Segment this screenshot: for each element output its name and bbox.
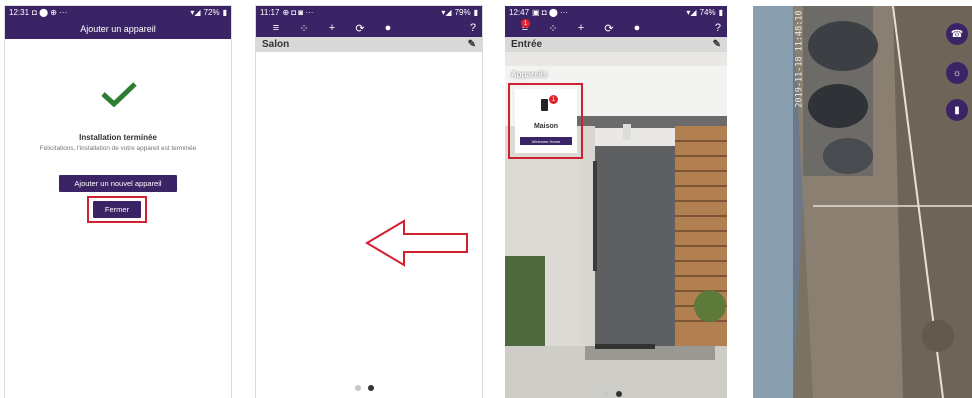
- signal-icon: ▾◢: [190, 8, 201, 17]
- room-name: Salon: [262, 39, 290, 50]
- page-title-bar: Ajouter un appareil: [5, 19, 231, 39]
- add-icon[interactable]: +: [567, 22, 595, 34]
- success-subtitle: Félicitations, l'installation de votre a…: [39, 145, 197, 152]
- section-label: Appareils: [511, 70, 548, 79]
- phone-screen-entree: 12:47 ▣ ◘ ⬤ ··· ▾◢ 74% ▮ ≡ 1 ⁘ + ⟳ ● ? Entré…: [505, 6, 727, 398]
- checkmark-icon: [101, 82, 137, 107]
- battery-icon: ▮: [473, 8, 478, 17]
- room-header: Salon ✎: [256, 37, 482, 52]
- menu-icon[interactable]: ≡: [262, 22, 290, 34]
- device-name: Maison: [533, 123, 559, 130]
- light-icon[interactable]: ☼: [946, 62, 968, 84]
- phone-screen-install-complete: 12:31 ◘ ⬤ ⊕ ··· ▾◢ 72% ▮ Ajouter un apparei…: [5, 6, 231, 398]
- camera-timestamp: 2019-11-18 11:48:10: [794, 10, 805, 108]
- help-icon[interactable]: ?: [470, 22, 476, 34]
- status-bar: 12:31 ◘ ⬤ ⊕ ··· ▾◢ 72% ▮: [5, 6, 231, 19]
- refresh-icon[interactable]: ⟳: [346, 22, 374, 35]
- page-dot-active[interactable]: [368, 385, 374, 391]
- notification-badge: 1: [521, 19, 530, 28]
- page-dot[interactable]: [603, 391, 609, 397]
- brand-label: Welcome Home: [520, 137, 572, 145]
- device-alert-badge: 1: [549, 95, 558, 104]
- grid-icon[interactable]: ⁘: [290, 22, 318, 35]
- edit-pencil-icon[interactable]: ✎: [468, 39, 476, 50]
- status-bar: 11:17 ⊕ ◘ ◙ ··· ▾◢ 79% ▮: [256, 6, 482, 19]
- page-indicator: [603, 391, 622, 397]
- battery-icon: ▮: [718, 8, 723, 17]
- phone-screen-salon: 11:17 ⊕ ◘ ◙ ··· ▾◢ 79% ▮ ≡ ⁘ + ⟳ ● ? Salon …: [256, 6, 482, 398]
- status-time: 12:31: [9, 8, 30, 17]
- device-card[interactable]: 1 Maison Welcome Home: [515, 89, 577, 153]
- success-title: Installation terminée: [79, 133, 157, 142]
- status-time: 12:47: [509, 8, 530, 17]
- grid-icon[interactable]: ⁘: [539, 22, 567, 35]
- phone-screen-camera-view: 2019-11-18 11:48:10 ☎ ☼ ▮: [753, 6, 972, 398]
- status-icons: ⊕ ◘ ◙ ···: [282, 8, 314, 17]
- close-button[interactable]: Fermer: [93, 201, 141, 218]
- camera-feed-image: [753, 6, 972, 398]
- microphone-icon[interactable]: ●: [623, 22, 651, 34]
- add-icon[interactable]: +: [318, 22, 346, 34]
- edit-pencil-icon[interactable]: ✎: [713, 39, 721, 50]
- page-title: Ajouter un appareil: [80, 24, 156, 34]
- status-time: 11:17: [260, 8, 280, 17]
- room-name: Entrée: [511, 39, 543, 50]
- status-icons: ◘ ⬤ ⊕ ···: [32, 8, 68, 17]
- add-device-button[interactable]: Ajouter un nouvel appareil: [59, 175, 177, 192]
- battery-icon: ▮: [222, 8, 227, 17]
- door-open-icon[interactable]: ▮: [946, 99, 968, 121]
- battery-level: 79%: [454, 8, 471, 17]
- microphone-icon[interactable]: ●: [374, 22, 402, 34]
- doorbell-icon: [541, 99, 548, 111]
- entrance-photo: [505, 6, 727, 398]
- page-dot-active[interactable]: [616, 391, 622, 397]
- signal-icon: ▾◢: [686, 8, 697, 17]
- page-indicator: [355, 385, 374, 391]
- main-toolbar: ≡ ⁘ + ⟳ ● ?: [256, 19, 482, 37]
- main-toolbar: ≡ 1 ⁘ + ⟳ ● ?: [505, 19, 727, 37]
- menu-icon[interactable]: ≡ 1: [511, 19, 539, 34]
- status-bar: 12:47 ▣ ◘ ⬤ ··· ▾◢ 74% ▮: [505, 6, 727, 19]
- battery-level: 72%: [203, 8, 220, 17]
- signal-icon: ▾◢: [441, 8, 452, 17]
- refresh-icon[interactable]: ⟳: [595, 22, 623, 35]
- arrow-left-icon: [365, 219, 468, 267]
- status-icons: ▣ ◘ ⬤ ···: [532, 8, 569, 17]
- help-icon[interactable]: ?: [715, 22, 721, 34]
- room-header: Entrée ✎: [505, 37, 727, 52]
- intercom-icon[interactable]: ☎: [946, 23, 968, 45]
- battery-level: 74%: [699, 8, 716, 17]
- page-dot[interactable]: [355, 385, 361, 391]
